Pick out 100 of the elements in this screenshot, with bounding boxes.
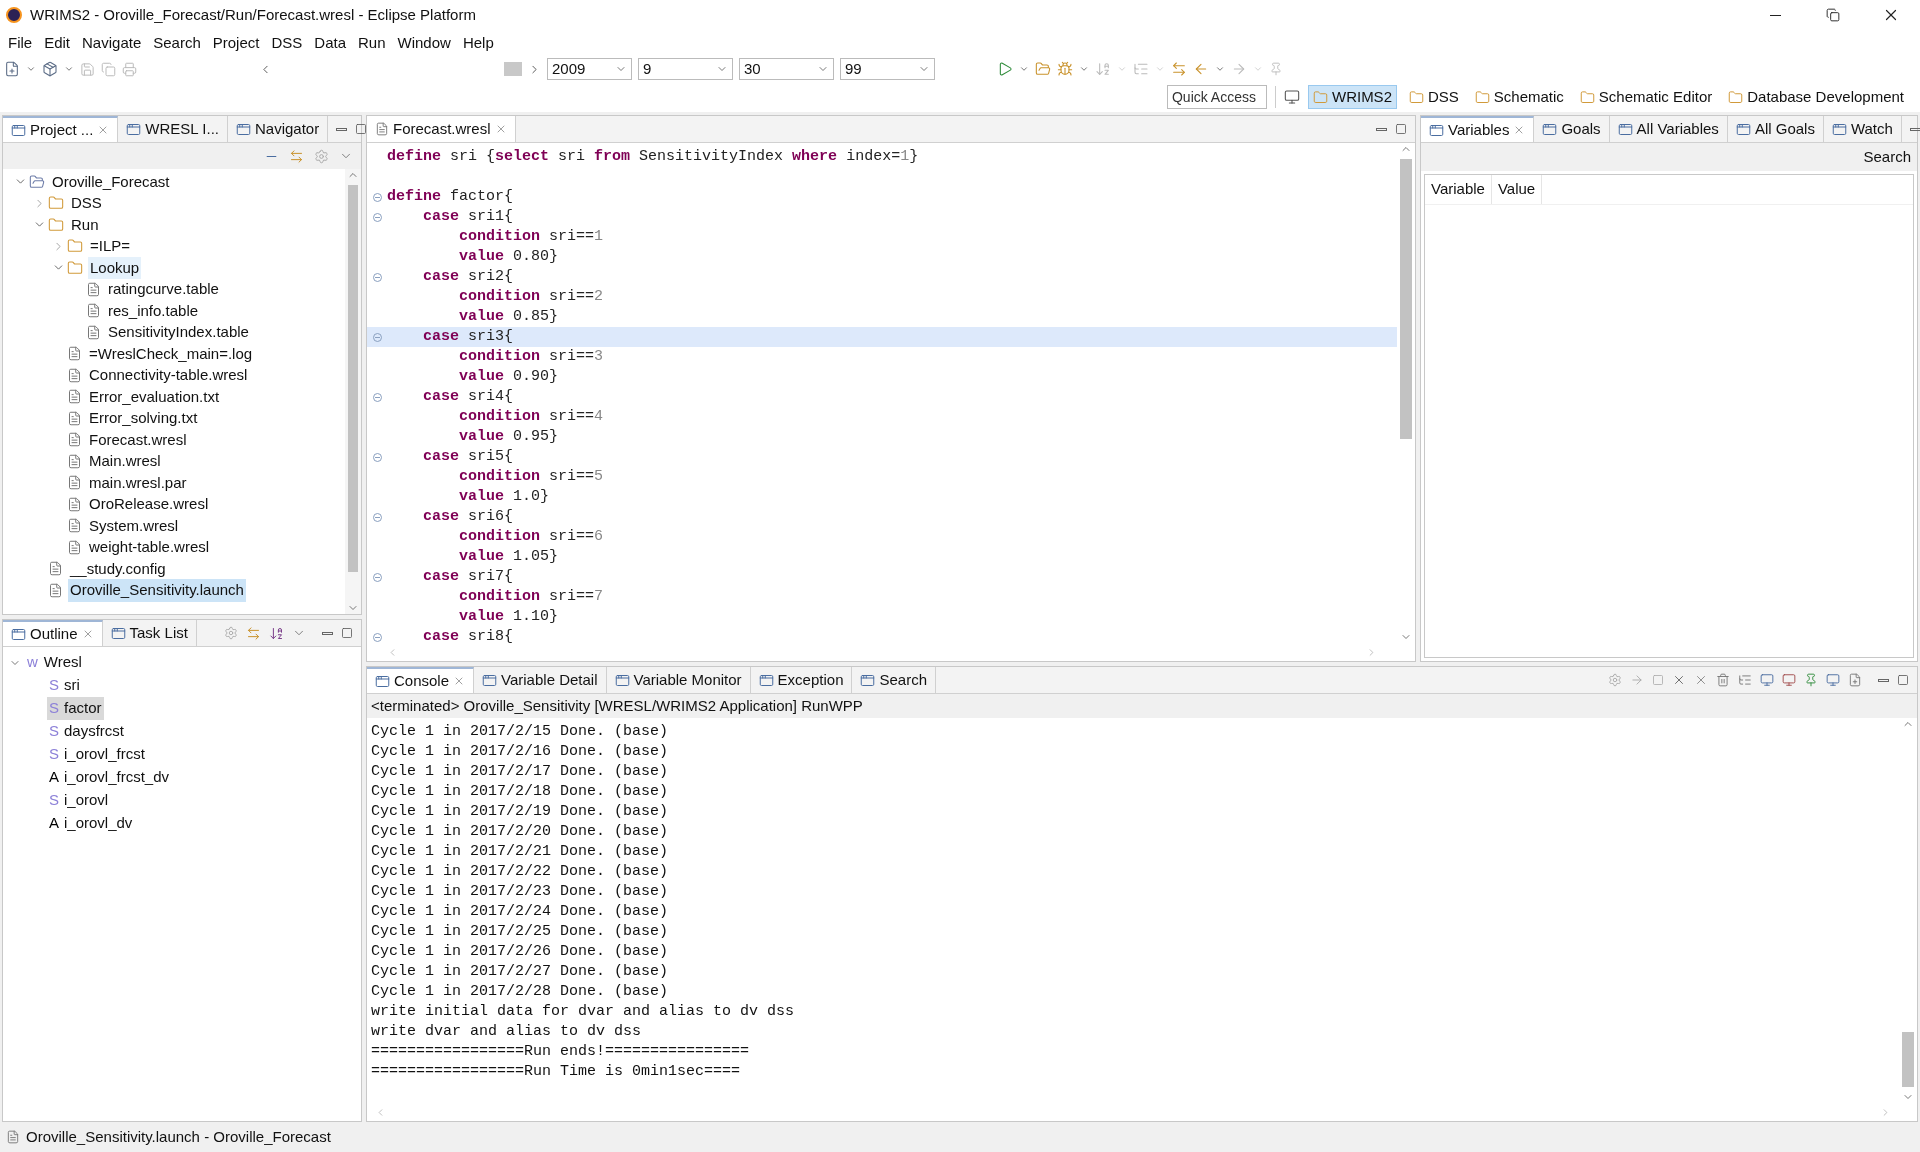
show-error-icon[interactable] xyxy=(1782,673,1796,687)
perspective-button[interactable]: Schematic xyxy=(1470,85,1568,109)
tree-item[interactable]: OroRelease.wresl xyxy=(87,493,211,516)
save-icon[interactable] xyxy=(80,61,95,77)
new-file-icon[interactable] xyxy=(4,61,20,77)
minimize-icon[interactable] xyxy=(1376,127,1387,131)
menu-item[interactable]: File xyxy=(2,31,39,55)
tree-item[interactable]: S i_orovl xyxy=(47,789,111,812)
menu-item[interactable]: Project xyxy=(206,31,266,55)
caret-icon[interactable] xyxy=(1079,64,1089,74)
tree-item[interactable]: res_info.table xyxy=(106,299,201,322)
column-header[interactable]: Value xyxy=(1491,175,1543,204)
caret-icon[interactable] xyxy=(1155,64,1165,74)
perspective-button[interactable]: WRIMS2 xyxy=(1307,85,1397,109)
menu-item[interactable]: Search xyxy=(147,31,207,55)
menu-item[interactable]: Run xyxy=(352,31,392,55)
remove-launch-icon[interactable] xyxy=(1672,673,1686,687)
tree-item[interactable]: Connectivity-table.wresl xyxy=(87,364,250,387)
caret-icon[interactable] xyxy=(64,64,74,74)
tree-item[interactable]: A i_orovl_dv xyxy=(47,812,135,835)
tree-item[interactable]: S i_orovl_frcst xyxy=(47,743,147,766)
tree-item[interactable]: Oroville_Forecast xyxy=(50,170,172,193)
tree-item[interactable]: S sri xyxy=(47,674,82,697)
caret-icon[interactable] xyxy=(1253,64,1263,74)
tree-item[interactable]: =ILP= xyxy=(88,235,133,258)
minimize-icon[interactable] xyxy=(1909,127,1920,131)
tree-item[interactable]: Wresl xyxy=(43,651,82,674)
dropdown-field[interactable]: 2009 xyxy=(547,58,632,80)
tree-item[interactable]: Error_solving.txt xyxy=(87,407,200,430)
tree-item[interactable]: __study.config xyxy=(68,557,168,580)
tree-item[interactable]: A i_orovl_frcst_dv xyxy=(47,766,172,789)
menu-item[interactable]: Help xyxy=(456,31,500,55)
open-folder-icon[interactable] xyxy=(1035,61,1051,77)
caret-icon[interactable] xyxy=(1019,64,1029,74)
minimize-icon[interactable] xyxy=(1878,678,1889,682)
menu-item[interactable]: Window xyxy=(391,31,457,55)
terminate-icon[interactable] xyxy=(1652,674,1664,686)
tree-item[interactable]: Oroville_Sensitivity.launch xyxy=(68,579,246,602)
tree-item[interactable]: ratingcurve.table xyxy=(106,278,221,301)
scrollbar-thumb[interactable] xyxy=(348,185,358,572)
tree-item[interactable]: Forecast.wresl xyxy=(87,428,189,451)
view-tab[interactable]: Console xyxy=(367,667,475,693)
tree-item[interactable]: weight-table.wresl xyxy=(87,536,212,559)
open-perspective-icon[interactable] xyxy=(1283,89,1300,105)
new-console-icon[interactable] xyxy=(1848,673,1862,687)
caret-icon[interactable] xyxy=(1117,64,1127,74)
perspective-button[interactable]: Database Development xyxy=(1724,85,1908,109)
show-output-icon[interactable] xyxy=(1760,673,1774,687)
perspective-button[interactable]: DSS xyxy=(1404,85,1463,109)
search-link[interactable]: Search xyxy=(1863,145,1911,169)
print-icon[interactable] xyxy=(122,61,137,77)
scrollbar-thumb[interactable] xyxy=(1902,1032,1914,1087)
tree-item[interactable]: main.wresl.par xyxy=(87,471,189,494)
dropdown-field[interactable]: 9 xyxy=(638,58,733,80)
link-editor-icon[interactable] xyxy=(246,625,261,641)
forward-icon[interactable] xyxy=(1231,61,1247,77)
filter-icon[interactable] xyxy=(314,148,329,164)
back-icon[interactable] xyxy=(1193,61,1209,77)
menu-item[interactable]: DSS xyxy=(265,31,309,55)
editor-tab[interactable]: Forecast.wresl xyxy=(367,116,516,142)
caret-icon[interactable] xyxy=(1215,64,1225,74)
tree-item[interactable]: DSS xyxy=(69,192,104,215)
run-icon[interactable] xyxy=(997,61,1013,77)
pin-console-icon[interactable] xyxy=(1804,673,1818,687)
dropdown-field[interactable]: 99 xyxy=(840,58,935,80)
maximize-icon[interactable] xyxy=(1395,123,1407,135)
dropdown-field[interactable]: 30 xyxy=(739,58,834,80)
quick-access-field[interactable]: Quick Access xyxy=(1166,85,1267,109)
scrollbar-thumb[interactable] xyxy=(1400,159,1412,439)
caret-icon[interactable] xyxy=(26,64,36,74)
tree-item[interactable]: =WreslCheck_main=.log xyxy=(87,342,255,365)
display-console-icon[interactable] xyxy=(1826,673,1840,687)
tree-item[interactable]: Error_evaluation.txt xyxy=(87,385,222,408)
new-project-icon[interactable] xyxy=(42,61,58,77)
tree-item[interactable]: Main.wresl xyxy=(87,450,163,473)
scrollbar[interactable] xyxy=(345,169,361,614)
menu-item[interactable]: Edit xyxy=(38,31,77,55)
minimize-icon[interactable] xyxy=(322,631,333,635)
view-tab[interactable]: Project ... xyxy=(3,116,119,142)
tree-item[interactable]: Run xyxy=(69,213,101,236)
maximize-icon[interactable] xyxy=(355,123,368,135)
menu-item[interactable]: Data xyxy=(308,31,352,55)
link-editor-icon[interactable] xyxy=(289,148,304,164)
minimize-icon[interactable] xyxy=(336,127,348,131)
view-tab[interactable]: Variables xyxy=(1421,116,1535,142)
step-icon[interactable] xyxy=(1630,673,1644,687)
view-tab[interactable]: Outline xyxy=(3,620,103,646)
pin-icon[interactable] xyxy=(1269,62,1283,76)
tree-item[interactable]: SensitivityIndex.table xyxy=(106,321,251,344)
filter-icon[interactable] xyxy=(224,626,238,640)
sort-icon[interactable] xyxy=(269,625,284,641)
clear-console-icon[interactable] xyxy=(1716,673,1730,687)
maximize-icon[interactable] xyxy=(1897,674,1909,686)
maximize-icon[interactable] xyxy=(341,627,353,639)
remove-all-icon[interactable] xyxy=(1694,673,1708,687)
save-all-icon[interactable] xyxy=(101,61,116,77)
perspective-button[interactable]: Schematic Editor xyxy=(1575,85,1717,109)
tree-item[interactable]: S factor xyxy=(47,697,104,720)
tree-item[interactable]: S daysfrcst xyxy=(47,720,126,743)
debug-icon[interactable] xyxy=(1057,61,1073,77)
